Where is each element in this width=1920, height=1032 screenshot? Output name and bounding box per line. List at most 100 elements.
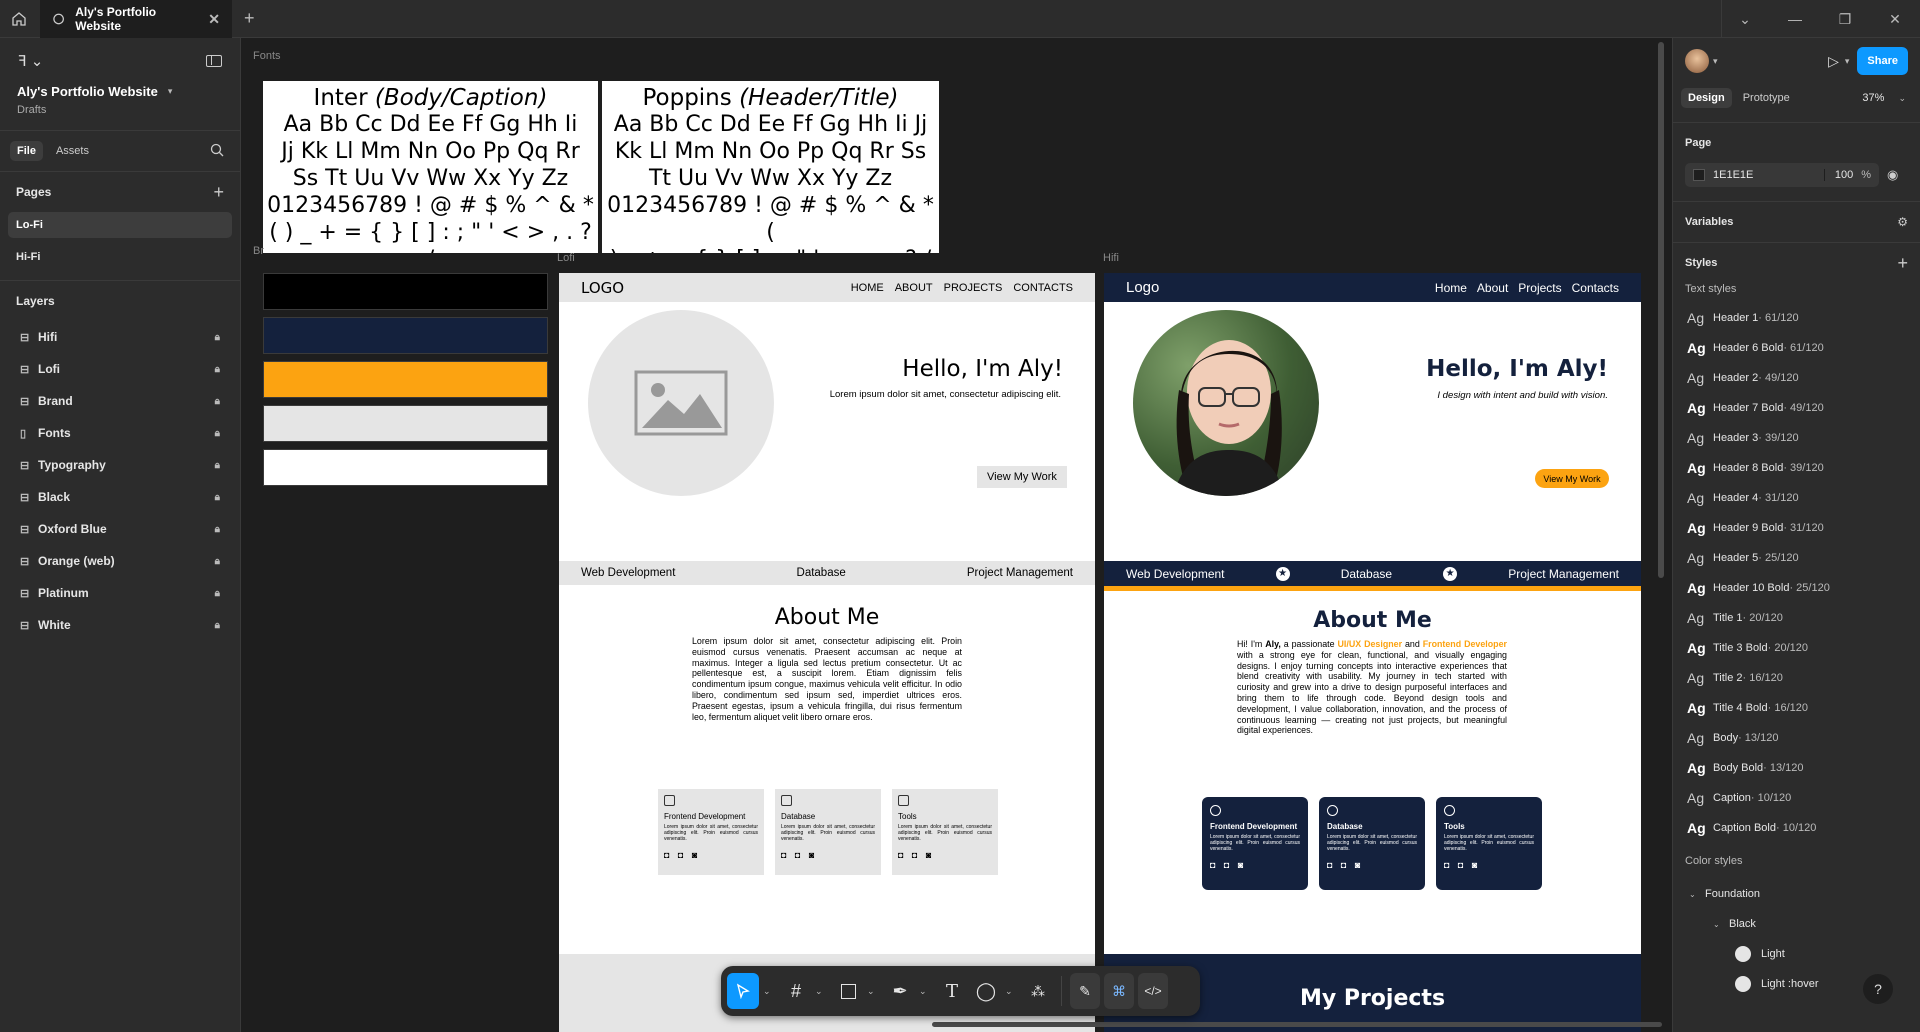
black-group[interactable]: ⌄ Black (1673, 909, 1920, 939)
search-icon[interactable] (210, 143, 224, 160)
variables-icon[interactable]: ⚙ (1897, 215, 1908, 229)
text-style-item[interactable]: Ag Caption · 10/120 (1673, 783, 1920, 813)
layer-item[interactable]: ⊟ White 🔒︎ (0, 609, 240, 641)
lock-icon[interactable]: 🔒︎ (215, 620, 220, 631)
text-style-item[interactable]: Ag Header 10 Bold · 25/120 (1673, 573, 1920, 603)
lofi-logo[interactable]: LOGO (581, 279, 624, 297)
toggle-sidebar-icon[interactable] (206, 55, 222, 67)
page-opacity[interactable]: 100 (1823, 169, 1853, 181)
close-window-button[interactable]: ✕ (1870, 11, 1920, 28)
layer-item[interactable]: ⊟ Lofi 🔒︎ (0, 353, 240, 385)
frame-tool-button[interactable]: # (781, 973, 811, 1009)
text-style-item[interactable]: Ag Body · 13/120 (1673, 723, 1920, 753)
eye-icon[interactable]: ◉ (1887, 167, 1898, 183)
horizontal-scrollbar[interactable] (932, 1022, 1662, 1027)
chevron-down-icon[interactable]: ▾ (1713, 56, 1718, 67)
new-tab-button[interactable]: + (244, 8, 255, 29)
layer-item[interactable]: ⊟ Oxford Blue 🔒︎ (0, 513, 240, 545)
present-button[interactable]: ▷ (1828, 53, 1839, 70)
canvas[interactable]: Fonts Inter (Body/Caption) Aa Bb Cc Dd E… (242, 38, 1671, 1032)
vertical-scrollbar[interactable] (1658, 42, 1664, 578)
text-style-item[interactable]: Ag Caption Bold · 10/120 (1673, 813, 1920, 843)
actions-button[interactable]: ⁂ (1023, 973, 1053, 1009)
page-item-hifi[interactable]: Hi-Fi (8, 244, 232, 270)
hifi-skill-card[interactable]: Frontend Development Lorem ipsum dolor si… (1202, 797, 1308, 890)
hifi-skill-card[interactable]: Database Lorem ipsum dolor sit amet, cons… (1319, 797, 1425, 890)
lock-icon[interactable]: 🔒︎ (215, 364, 220, 375)
minimize-button[interactable]: — (1770, 11, 1820, 27)
text-style-item[interactable]: Ag Title 1 · 20/120 (1673, 603, 1920, 633)
help-button[interactable]: ? (1863, 974, 1893, 1004)
assets-panel-tab[interactable]: Assets (49, 141, 96, 161)
color-swatch[interactable] (263, 405, 548, 442)
layer-item[interactable]: ⊟ Hifi 🔒︎ (0, 321, 240, 353)
text-style-item[interactable]: Ag Header 1 · 61/120 (1673, 303, 1920, 333)
lock-icon[interactable]: 🔒︎ (215, 556, 220, 567)
text-tool-button[interactable]: T (937, 973, 967, 1009)
close-tab-icon[interactable]: ✕ (208, 11, 220, 28)
hifi-nav-link[interactable]: Projects (1518, 281, 1561, 295)
lock-icon[interactable]: 🔒︎ (215, 428, 220, 439)
layer-item[interactable]: ⊟ Orange (web) 🔒︎ (0, 545, 240, 577)
lofi-nav-link[interactable]: HOME (851, 282, 884, 294)
frame-label-fonts[interactable]: Fonts (253, 50, 281, 62)
poppins-frame[interactable]: Poppins (Header/Title) Aa Bb Cc Dd Ee Ff… (602, 81, 939, 253)
text-style-item[interactable]: Ag Header 5 · 25/120 (1673, 543, 1920, 573)
chevron-down-icon[interactable]: ▾ (168, 86, 173, 97)
avatar[interactable] (1685, 49, 1709, 73)
page-color-hex[interactable]: 1E1E1E (1713, 169, 1753, 181)
variables-heading[interactable]: Variables (1685, 216, 1733, 228)
design-tab[interactable]: Design (1681, 88, 1732, 108)
hifi-logo[interactable]: Logo (1126, 279, 1159, 296)
shape-tool-button[interactable] (833, 973, 863, 1009)
design-mode-button[interactable]: ⌘ (1104, 973, 1134, 1009)
add-style-icon[interactable]: + (1897, 253, 1908, 274)
lofi-skill-card[interactable]: Database Lorem ipsum dolor sit amet, cons… (775, 789, 881, 875)
text-style-item[interactable]: Ag Header 3 · 39/120 (1673, 423, 1920, 453)
file-panel-tab[interactable]: File (10, 141, 43, 161)
pen-tool-button[interactable]: ✒ (885, 973, 915, 1009)
layer-item[interactable]: ⊟ Brand 🔒︎ (0, 385, 240, 417)
frame-label-brand[interactable]: Br (253, 245, 264, 257)
hifi-skill-card[interactable]: Tools Lorem ipsum dolor sit amet, consect… (1436, 797, 1542, 890)
lofi-view-work-button[interactable]: View My Work (977, 466, 1067, 488)
layer-item[interactable]: ⊟ Typography 🔒︎ (0, 449, 240, 481)
chevron-down-icon[interactable]: ⌄ (1720, 11, 1770, 28)
text-style-item[interactable]: Ag Title 3 Bold · 20/120 (1673, 633, 1920, 663)
lock-icon[interactable]: 🔒︎ (215, 588, 220, 599)
chevron-down-icon[interactable]: ⌄ (763, 986, 777, 997)
lofi-nav-link[interactable]: PROJECTS (944, 282, 1003, 294)
text-style-item[interactable]: Ag Header 8 Bold · 39/120 (1673, 453, 1920, 483)
lofi-skill-card[interactable]: Frontend Development Lorem ipsum dolor si… (658, 789, 764, 875)
lock-icon[interactable]: 🔒︎ (215, 396, 220, 407)
chevron-down-icon[interactable]: ⌄ (1898, 93, 1906, 104)
lock-icon[interactable]: 🔒︎ (215, 332, 220, 343)
hifi-nav-link[interactable]: Home (1435, 281, 1467, 295)
restore-button[interactable]: ❐ (1820, 11, 1870, 28)
comment-tool-button[interactable]: ◯ (971, 973, 1001, 1009)
color-swatch[interactable] (263, 273, 548, 310)
draw-mode-button[interactable]: ✎ (1070, 973, 1100, 1009)
zoom-level[interactable]: 37% (1862, 92, 1884, 104)
text-style-item[interactable]: Ag Title 2 · 16/120 (1673, 663, 1920, 693)
home-button[interactable] (0, 0, 38, 38)
color-swatch[interactable] (263, 361, 548, 398)
add-page-icon[interactable]: + (213, 182, 224, 203)
lofi-nav-link[interactable]: CONTACTS (1013, 282, 1073, 294)
foundation-group[interactable]: ⌄ Foundation (1673, 879, 1920, 909)
fonts-frame[interactable]: Inter (Body/Caption) Aa Bb Cc Dd Ee Ff G… (263, 81, 598, 253)
chevron-down-icon[interactable]: ⌄ (867, 986, 881, 997)
text-style-item[interactable]: Ag Title 4 Bold · 16/120 (1673, 693, 1920, 723)
move-tool-button[interactable] (727, 973, 759, 1009)
color-swatch[interactable] (263, 449, 548, 486)
layer-item[interactable]: ⊟ Platinum 🔒︎ (0, 577, 240, 609)
lofi-nav-link[interactable]: ABOUT (895, 282, 933, 294)
color-swatch[interactable] (263, 317, 548, 354)
hifi-view-work-button[interactable]: View My Work (1535, 469, 1609, 488)
chevron-down-icon[interactable]: ▾ (1845, 56, 1850, 67)
hifi-nav-link[interactable]: Contacts (1572, 281, 1619, 295)
lock-icon[interactable]: 🔒︎ (215, 524, 220, 535)
share-button[interactable]: Share (1857, 47, 1908, 75)
layer-item[interactable]: ▯ Fonts 🔒︎ (0, 417, 240, 449)
text-style-item[interactable]: Ag Header 7 Bold · 49/120 (1673, 393, 1920, 423)
